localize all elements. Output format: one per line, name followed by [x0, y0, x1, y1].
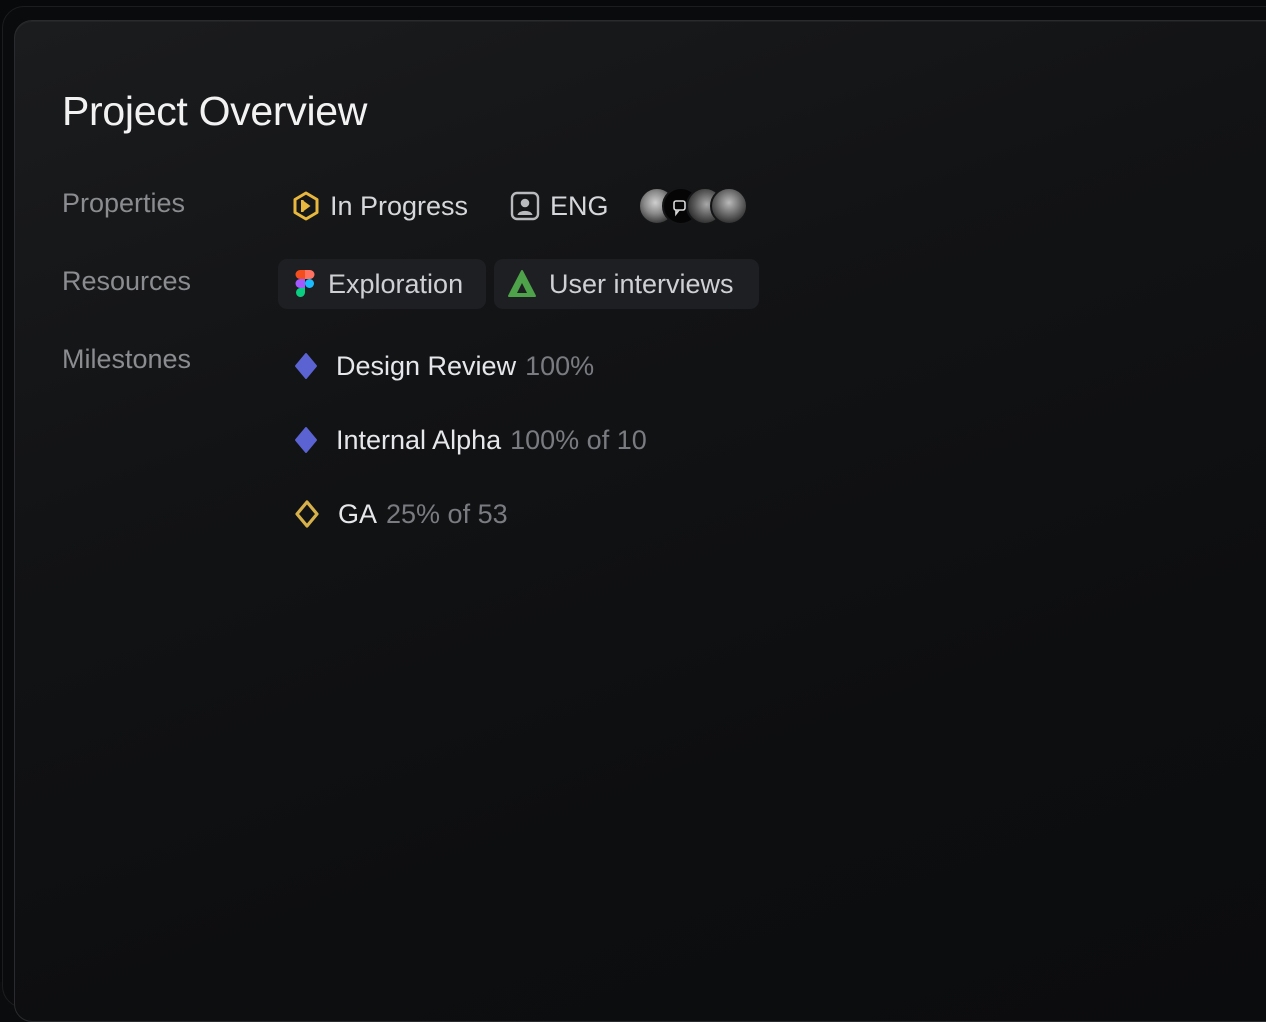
team-icon: [510, 191, 540, 221]
milestone-name: Design Review: [336, 350, 517, 381]
milestone-design-review[interactable]: Design Review 100%: [292, 346, 594, 386]
project-overview-panel: [14, 20, 1266, 1022]
resources-label: Resources: [62, 266, 192, 296]
milestone-name: GA: [338, 498, 378, 529]
milestone-ga[interactable]: GA 25% of 53: [292, 494, 508, 534]
page-title: Project Overview: [62, 88, 368, 134]
team-property[interactable]: ENG: [510, 186, 609, 226]
in-progress-hexagon-icon: [292, 191, 320, 221]
resource-chip-user-interviews[interactable]: User interviews: [494, 259, 759, 309]
milestone-progress: 25% of 53: [386, 498, 508, 529]
properties-label: Properties: [62, 188, 186, 218]
status-label: In Progress: [330, 190, 469, 221]
team-label: ENG: [550, 190, 609, 221]
figma-icon: [294, 269, 316, 299]
members-avatar-stack[interactable]: [638, 187, 750, 225]
diamond-filled-icon: [294, 352, 318, 380]
resource-chip-exploration[interactable]: Exploration: [278, 259, 486, 309]
avatar: [710, 187, 748, 225]
milestones-label: Milestones: [62, 344, 192, 374]
diamond-filled-icon: [294, 426, 318, 454]
resource-label: Exploration: [328, 268, 464, 299]
diamond-outline-icon: [294, 499, 320, 529]
status-property[interactable]: In Progress: [292, 186, 468, 226]
milestone-progress: 100% of 10: [510, 424, 647, 455]
triangle-doc-icon: [507, 269, 537, 299]
app-frame: Project Overview Properties Resources Mi…: [0, 0, 1266, 1022]
resource-label: User interviews: [549, 268, 734, 299]
milestone-internal-alpha[interactable]: Internal Alpha 100% of 10: [292, 420, 647, 460]
milestone-name: Internal Alpha: [336, 424, 502, 455]
milestone-progress: 100%: [525, 350, 595, 381]
